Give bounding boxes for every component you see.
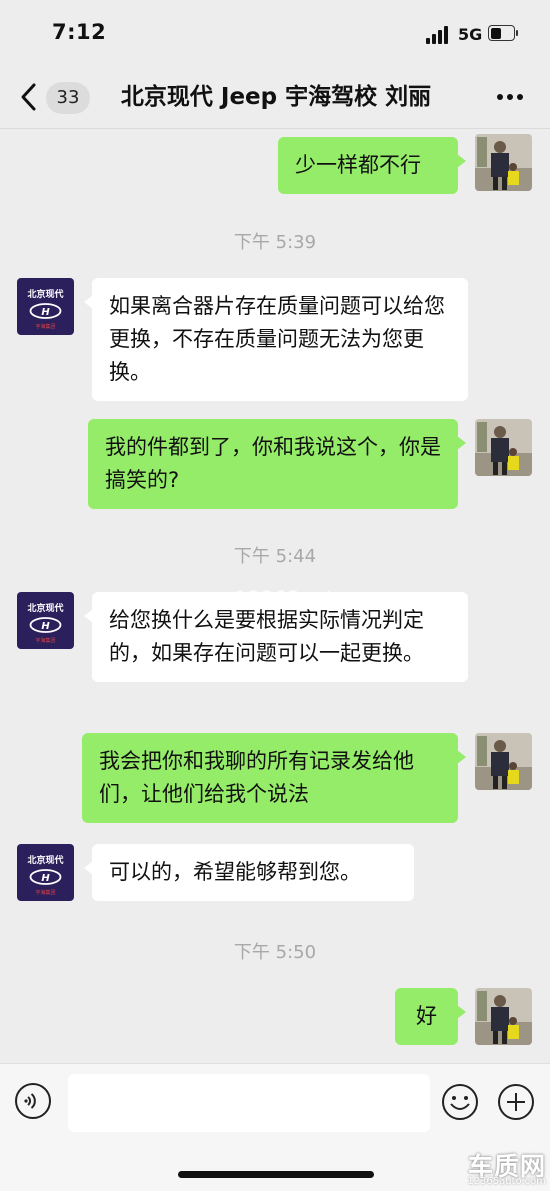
site-watermark-logo: 车质网 12365auto.com — [454, 1147, 550, 1190]
plus-icon[interactable] — [497, 1083, 535, 1121]
home-indicator[interactable] — [178, 1171, 374, 1178]
sent-message[interactable]: 我会把你和我聊的所有记录发给他们，让他们给我个说法 — [82, 733, 466, 823]
svg-text:H: H — [41, 307, 50, 318]
contact-avatar[interactable]: 北京现代 H 宇海集团 — [17, 844, 74, 901]
sent-message[interactable]: 少一样都不行 — [278, 137, 466, 194]
user-avatar[interactable] — [475, 988, 532, 1045]
message-input[interactable] — [68, 1074, 430, 1132]
cellular-signal-icon — [426, 26, 450, 44]
user-avatar[interactable] — [475, 419, 532, 476]
watermark: www.12365auto.com — [180, 587, 398, 609]
message-timestamp: 下午 5:50 — [233, 942, 317, 963]
chat-title: 北京现代 Jeep 宇海驾校 刘丽 — [120, 84, 432, 110]
status-bar: 7:12 5G — [0, 0, 550, 66]
emoji-icon[interactable] — [441, 1083, 479, 1121]
contact-avatar-subtext: 宇海集团 — [35, 637, 55, 644]
battery-icon — [488, 25, 518, 41]
contact-avatar-brand: 北京现代 — [27, 602, 63, 614]
contact-avatar[interactable]: 北京现代 H 宇海集团 — [17, 592, 74, 649]
chat-header: 33 北京现代 Jeep 宇海驾校 刘丽 — [0, 66, 550, 129]
contact-avatar-brand: 北京现代 — [27, 288, 63, 300]
network-type: 5G — [458, 25, 483, 44]
user-avatar[interactable] — [475, 134, 532, 191]
svg-text:H: H — [41, 873, 50, 884]
chevron-left-icon[interactable] — [14, 80, 46, 114]
contact-avatar-brand: 北京现代 — [27, 854, 63, 866]
message-timestamp: 下午 5:39 — [233, 232, 317, 253]
more-dots-icon[interactable] — [494, 92, 526, 102]
user-avatar[interactable] — [475, 733, 532, 790]
received-message[interactable]: 可以的，希望能够帮到您。 — [84, 844, 414, 901]
contact-avatar-subtext: 宇海集团 — [35, 889, 55, 896]
status-time: 7:12 — [52, 20, 107, 44]
message-list[interactable]: 少一样都不行 下午 5:39 北京现代 H 宇海集团 如果离合器片存在质量问题可… — [0, 129, 550, 1063]
contact-avatar-subtext: 宇海集团 — [35, 323, 55, 330]
contact-avatar[interactable]: 北京现代 H 宇海集团 — [17, 278, 74, 335]
site-logo-url: 12365auto.com — [467, 1176, 546, 1187]
sent-message[interactable]: 好 — [395, 988, 466, 1045]
svg-text:H: H — [41, 621, 50, 632]
message-timestamp: 下午 5:44 — [233, 546, 317, 567]
received-message[interactable]: 如果离合器片存在质量问题可以给您更换，不存在质量问题无法为您更换。 — [84, 278, 468, 401]
voice-icon[interactable] — [15, 1083, 51, 1119]
sent-message[interactable]: 我的件都到了，你和我说这个，你是搞笑的? — [88, 419, 466, 509]
unread-count-badge[interactable]: 33 — [46, 82, 90, 114]
